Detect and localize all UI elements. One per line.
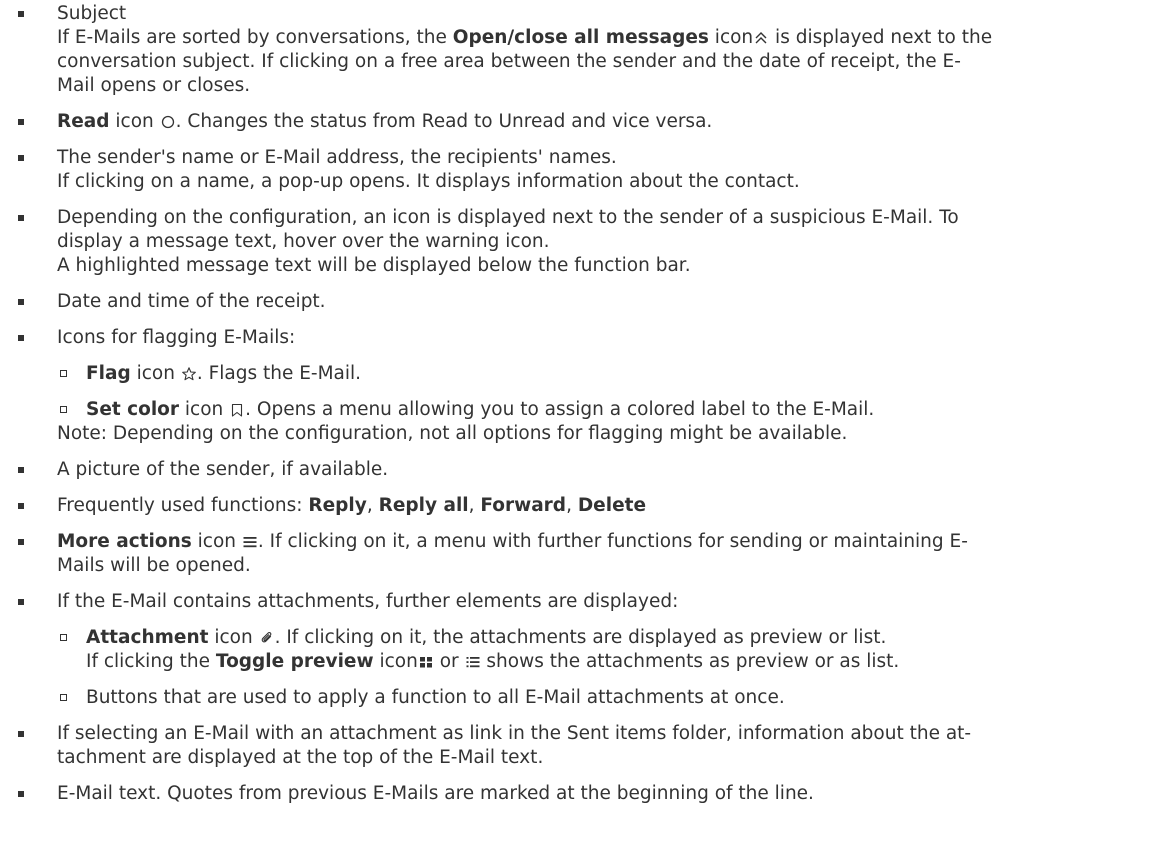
list-item-flagging: Icons for flagging E-Mails: Flag icon . … [4,326,1143,446]
list-item-more-actions: More actions icon . If clicking on it, a… [4,530,1143,578]
feature-list: Subject If E-Mails are sorted by convers… [4,2,1143,806]
item-text: Depending on the configuration, an icon … [57,207,959,228]
item-text: Flag icon . Flags the E-Mail. [86,363,362,384]
hamburger-icon [242,534,258,550]
item-text: If clicking the Toggle preview icon or s… [86,651,900,672]
item-text: Attachment icon . If clicking on it, the… [86,627,887,648]
help-document: Subject If E-Mails are sorted by convers… [0,0,1151,806]
list-item-subject: Subject If E-Mails are sorted by convers… [4,2,1143,98]
attachments-sublist: Attachment icon . If clicking on it, the… [57,626,1143,710]
item-text: If the E-Mail contains attachments, furt… [57,591,679,612]
list-item-read: Read icon . Changes the status from Read… [4,110,1143,134]
item-text: Set color icon . Opens a menu allowing y… [86,399,875,420]
list-item-picture: A picture of the sender, if available. [4,458,1143,482]
double-chevron-up-icon [753,30,769,46]
forward-label: Forward [480,495,567,516]
circle-outline-icon [160,114,176,130]
grid-icon [418,654,434,670]
item-text: If E-Mails are sorted by conversations, … [57,27,993,48]
item-text: More actions icon . If clicking on it, a… [57,531,968,552]
toggle-preview-label: Toggle preview [215,651,374,672]
item-text: E-Mail text. Quotes from previous E-Mail… [57,783,814,804]
list-item-date: Date and time of the receipt. [4,290,1143,314]
item-text: tachment are displayed at the top of the… [57,747,544,768]
list-item-sender: The sender's name or E-Mail address, the… [4,146,1143,194]
flag-label: Flag [86,363,131,384]
sub-item-set-color: Set color icon . Opens a menu allowing y… [57,398,1143,422]
item-title: Subject [57,3,127,24]
item-text: conversation subject. If clicking on a f… [57,51,961,72]
item-text: A picture of the sender, if available. [57,459,389,480]
flagging-sublist: Flag icon . Flags the E-Mail. Set color … [57,362,1143,422]
item-text: If selecting an E-Mail with an attachmen… [57,723,972,744]
read-label: Read [57,111,110,132]
paperclip-icon [259,630,275,646]
reply-label: Reply [308,495,367,516]
list-item-sent-items: If selecting an E-Mail with an attachmen… [4,722,1143,770]
item-text: Date and time of the receipt. [57,291,326,312]
item-text: A highlighted message text will be displ… [57,255,691,276]
item-text: If clicking on a name, a pop-up opens. I… [57,171,800,192]
list-item-attachments: If the E-Mail contains attachments, furt… [4,590,1143,710]
delete-label: Delete [577,495,647,516]
list-item-email-text: E-Mail text. Quotes from previous E-Mail… [4,782,1143,806]
flagging-note: Note: Depending on the configuration, no… [57,423,848,444]
list-item-functions: Frequently used functions: Reply, Reply … [4,494,1143,518]
item-text: Icons for flagging E-Mails: [57,327,296,348]
list-icon [465,654,481,670]
item-text: Frequently used functions: Reply, Reply … [57,495,647,516]
attachment-label: Attachment [86,627,209,648]
star-outline-icon [181,366,197,382]
sub-item-attachment: Attachment icon . If clicking on it, the… [57,626,1143,674]
sub-item-flag: Flag icon . Flags the E-Mail. [57,362,1143,386]
item-text: Buttons that are used to apply a functio… [86,687,785,708]
bookmark-outline-icon [229,402,245,418]
reply-all-label: Reply all [378,495,469,516]
item-text: The sender's name or E-Mail address, the… [57,147,617,168]
more-actions-label: More actions [57,531,192,552]
item-text: Mails will be opened. [57,555,251,576]
set-color-label: Set color [86,399,180,420]
sub-item-attachment-buttons: Buttons that are used to apply a functio… [57,686,1143,710]
list-item-suspicious: Depending on the configuration, an icon … [4,206,1143,278]
item-text: Read icon . Changes the status from Read… [57,111,713,132]
item-text: display a message text, hover over the w… [57,231,550,252]
item-text: Mail opens or closes. [57,75,251,96]
open-close-label: Open/close all messages [452,27,709,48]
